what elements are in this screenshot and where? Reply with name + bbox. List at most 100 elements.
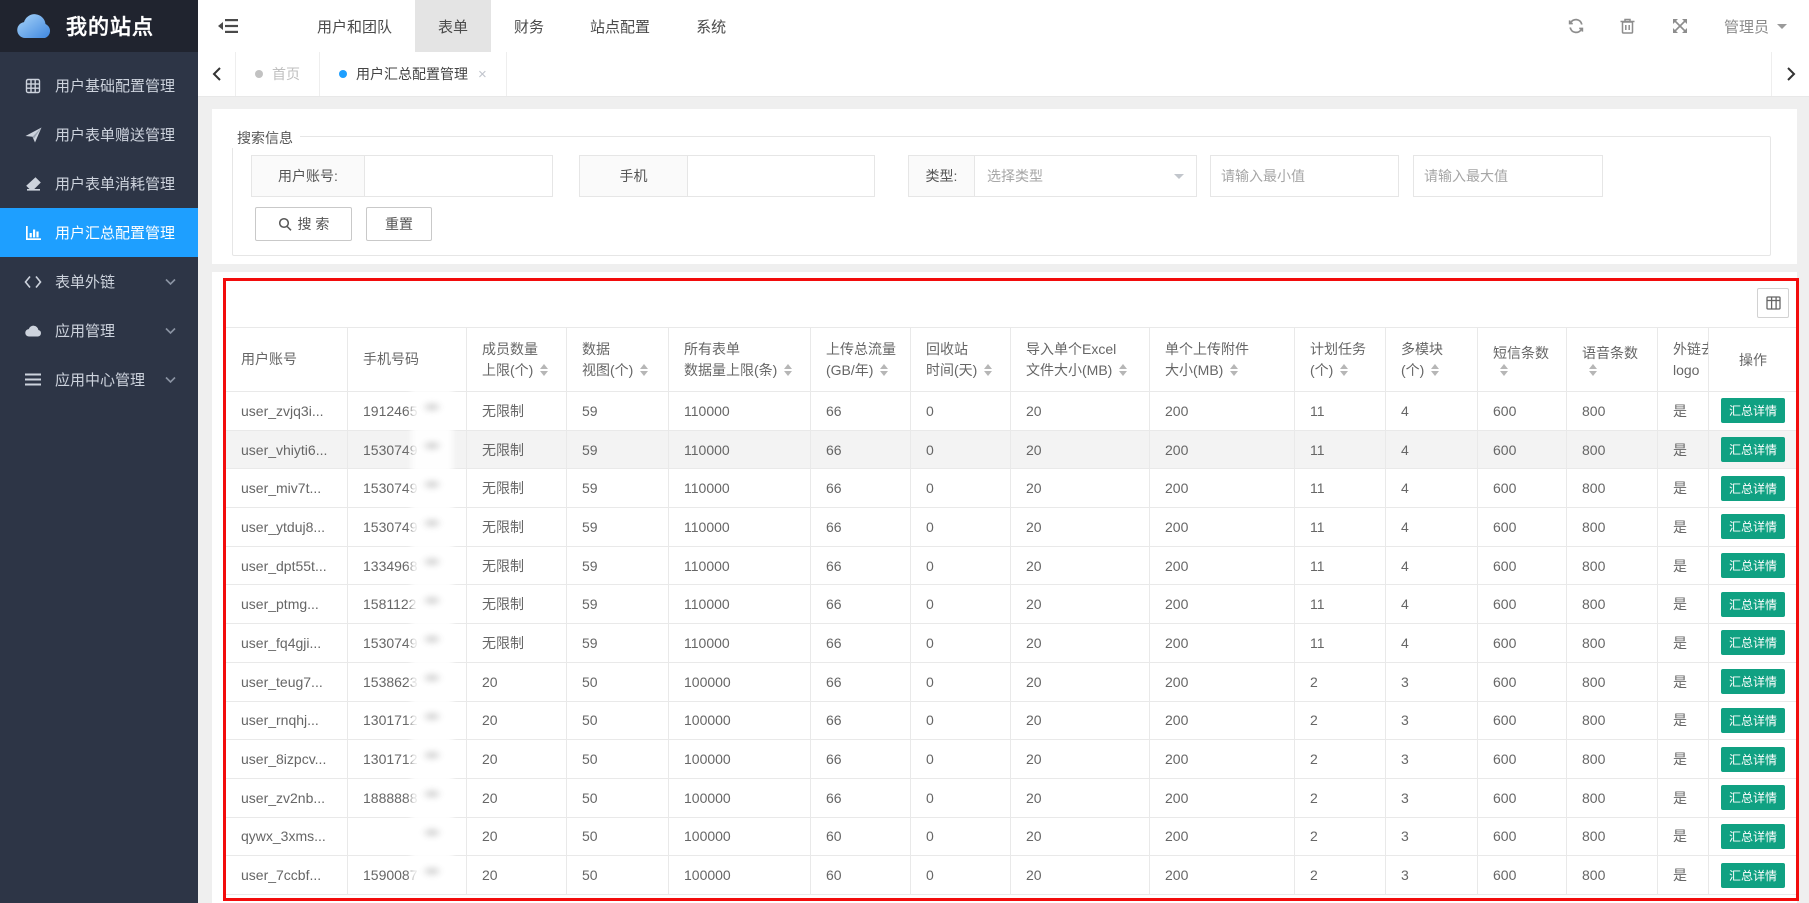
max-value-input[interactable] (1413, 155, 1603, 197)
table-cell: 66 (811, 469, 911, 508)
table-cell: 20 (467, 817, 567, 856)
sort-icon[interactable] (1431, 364, 1439, 376)
summary-detail-button[interactable]: 汇总详情 (1721, 669, 1785, 694)
search-button[interactable]: 搜 索 (255, 207, 352, 241)
table-cell-action: 汇总详情 (1709, 817, 1798, 856)
column-header-4[interactable]: 所有表单数据量上限(条) (669, 328, 811, 392)
summary-detail-button[interactable]: 汇总详情 (1721, 785, 1785, 810)
sort-icon[interactable] (1230, 364, 1238, 376)
table-cell: 2 (1295, 778, 1386, 817)
column-header-9[interactable]: 计划任务(个) (1295, 328, 1386, 392)
table-cell: 4 (1386, 469, 1478, 508)
fullscreen-icon[interactable] (1670, 16, 1690, 36)
table-cell: user_rnqhj... (226, 701, 348, 740)
table-cell: 200 (1150, 624, 1295, 663)
table-cell: 200 (1150, 585, 1295, 624)
summary-detail-button[interactable]: 汇总详情 (1721, 630, 1785, 655)
summary-detail-button[interactable]: 汇总详情 (1721, 553, 1785, 578)
topnav-item-1[interactable]: 表单 (415, 0, 491, 52)
table-cell: 800 (1567, 585, 1658, 624)
table-cell: 59 (567, 624, 669, 663)
close-icon[interactable]: × (478, 67, 487, 82)
summary-detail-button[interactable]: 汇总详情 (1721, 398, 1785, 423)
column-header-3[interactable]: 数据视图(个) (567, 328, 669, 392)
table-cell: 11 (1295, 430, 1386, 469)
table-cell: 800 (1567, 430, 1658, 469)
tabs-scroll-left-icon[interactable] (198, 52, 236, 96)
table-cell: 66 (811, 546, 911, 585)
column-header-12[interactable]: 语音条数 (1567, 328, 1658, 392)
table-cell: 是 (1658, 624, 1709, 663)
table-cell-action: 汇总详情 (1709, 778, 1798, 817)
summary-detail-button[interactable]: 汇总详情 (1721, 824, 1785, 849)
tab-dot (255, 70, 263, 78)
table-cell: 59 (567, 546, 669, 585)
sort-icon[interactable] (1340, 364, 1348, 376)
sidebar-item-3[interactable]: 用户汇总配置管理 (0, 208, 198, 257)
reset-button[interactable]: 重置 (366, 207, 432, 241)
table-cell: 50 (567, 701, 669, 740)
column-header-2[interactable]: 成员数量上限(个) (467, 328, 567, 392)
sidebar-item-5[interactable]: 应用管理 (0, 306, 198, 355)
table-cell: user_miv7t... (226, 469, 348, 508)
table-cell: 20 (1011, 585, 1150, 624)
summary-detail-button[interactable]: 汇总详情 (1721, 437, 1785, 462)
summary-detail-button[interactable]: 汇总详情 (1721, 863, 1785, 888)
column-header-7[interactable]: 导入单个Excel文件大小(MB) (1011, 328, 1150, 392)
sidebar-item-1[interactable]: 用户表单赠送管理 (0, 110, 198, 159)
column-settings-button[interactable] (1757, 288, 1789, 318)
sort-icon[interactable] (984, 364, 992, 376)
table-cell: 0 (911, 469, 1011, 508)
summary-detail-button[interactable]: 汇总详情 (1721, 592, 1785, 617)
account-input[interactable] (364, 155, 553, 197)
sidebar-item-4[interactable]: 表单外链 (0, 257, 198, 306)
column-header-6[interactable]: 回收站时间(天) (911, 328, 1011, 392)
sort-icon[interactable] (1589, 364, 1597, 376)
table-cell: 4 (1386, 508, 1478, 547)
table-cell: 50 (567, 740, 669, 779)
sidebar-item-2[interactable]: 用户表单消耗管理 (0, 159, 198, 208)
table-cell: 20 (1011, 778, 1150, 817)
table-cell: 3 (1386, 740, 1478, 779)
tabs-scroll-right-icon[interactable] (1771, 52, 1809, 96)
tabs: 首页用户汇总配置管理× (236, 52, 507, 96)
admin-menu[interactable]: 管理员 (1724, 16, 1787, 37)
trash-icon[interactable] (1618, 16, 1638, 36)
summary-detail-button[interactable]: 汇总详情 (1721, 514, 1785, 539)
refresh-icon[interactable] (1566, 16, 1586, 36)
tab-0[interactable]: 首页 (236, 52, 320, 96)
table-cell: 0 (911, 392, 1011, 431)
column-header-11[interactable]: 短信条数 (1478, 328, 1567, 392)
topnav-item-0[interactable]: 用户和团队 (294, 0, 415, 52)
table-cell: 110000 (669, 624, 811, 663)
sort-icon[interactable] (1500, 364, 1508, 376)
sort-icon[interactable] (540, 364, 548, 376)
column-header-5[interactable]: 上传总流量(GB/年) (811, 328, 911, 392)
topnav-item-3[interactable]: 站点配置 (567, 0, 673, 52)
column-header-10[interactable]: 多模块(个) (1386, 328, 1478, 392)
sidebar-item-0[interactable]: 用户基础配置管理 (0, 61, 198, 110)
sort-icon[interactable] (1119, 364, 1127, 376)
sort-icon[interactable] (880, 364, 888, 376)
table-cell: 66 (811, 430, 911, 469)
collapse-sidebar-icon[interactable] (198, 0, 258, 52)
table-cell: user_fq4gji... (226, 624, 348, 663)
sort-icon[interactable] (784, 364, 792, 376)
min-value-input[interactable] (1210, 155, 1399, 197)
search-button-label: 搜 索 (298, 214, 330, 234)
type-select[interactable]: 选择类型 (974, 155, 1197, 197)
column-header-1: 手机号码 (348, 328, 467, 392)
phone-input[interactable] (687, 155, 875, 197)
column-header-8[interactable]: 单个上传附件大小(MB) (1150, 328, 1295, 392)
sort-icon[interactable] (640, 364, 648, 376)
summary-detail-button[interactable]: 汇总详情 (1721, 708, 1785, 733)
summary-detail-button[interactable]: 汇总详情 (1721, 476, 1785, 501)
topnav-item-4[interactable]: 系统 (673, 0, 749, 52)
table-cell: 1912465 (348, 392, 467, 431)
summary-detail-button[interactable]: 汇总详情 (1721, 747, 1785, 772)
tab-1[interactable]: 用户汇总配置管理× (320, 52, 507, 96)
table-cell: 800 (1567, 508, 1658, 547)
sidebar-item-6[interactable]: 应用中心管理 (0, 355, 198, 404)
topnav-item-2[interactable]: 财务 (491, 0, 567, 52)
table-cell: 是 (1658, 701, 1709, 740)
